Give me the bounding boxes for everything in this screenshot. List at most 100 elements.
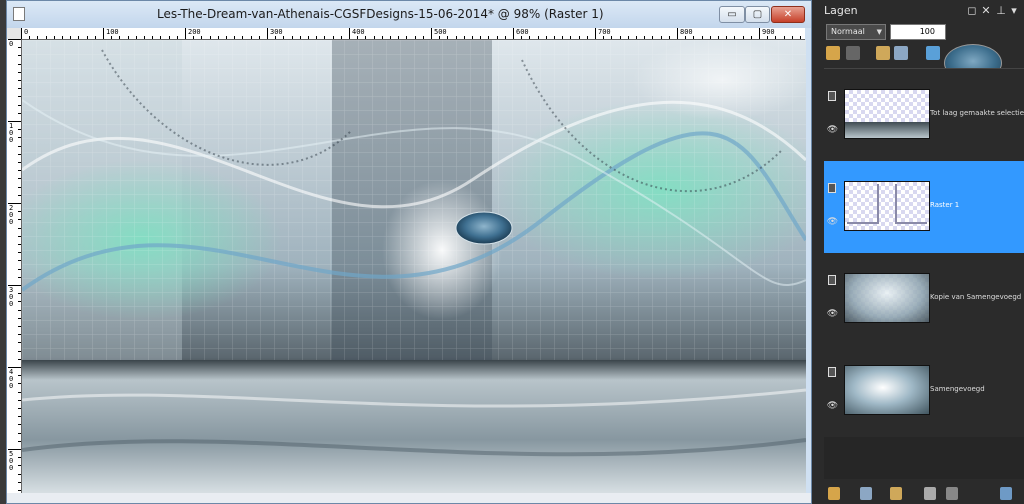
layer-menu-icon[interactable] <box>1000 487 1012 500</box>
ruler-v-label: 0 <box>9 40 14 48</box>
menu-icon[interactable]: ▾ <box>1008 4 1020 17</box>
close-button[interactable]: ✕ <box>771 6 805 23</box>
ruler-tick <box>18 170 21 172</box>
ruler-tick <box>18 317 21 319</box>
document-titlebar[interactable]: Les-The-Dream-van-Athenais-CGSFDesigns-1… <box>7 1 811 28</box>
eye-icon[interactable]: 👁 <box>826 216 839 228</box>
ruler-tick <box>18 47 21 49</box>
ruler-tick <box>18 129 21 131</box>
horizontal-scrollbar[interactable] <box>7 493 811 503</box>
close-icon[interactable]: ✕ <box>980 4 992 17</box>
eye-icon[interactable]: 👁 <box>826 308 839 320</box>
layer-type-icon <box>828 183 836 193</box>
vertical-ruler[interactable]: 0 100 200 300 400 500 <box>7 39 22 493</box>
close-icon: ✕ <box>783 9 793 20</box>
ruler-tick <box>636 36 637 39</box>
ruler-tick <box>267 28 268 39</box>
ruler-tick <box>209 36 211 39</box>
ruler-tick <box>291 36 293 39</box>
ruler-tick <box>554 36 555 39</box>
eye-icon[interactable]: 👁 <box>826 400 839 412</box>
ruler-tick <box>18 440 21 442</box>
ruler-tick <box>18 481 21 483</box>
layer-row[interactable]: 👁 Kopie van Samengevoegd <box>824 253 1024 345</box>
ruler-tick <box>94 36 96 39</box>
ruler-tick <box>8 39 21 40</box>
ruler-tick <box>603 36 605 39</box>
ruler-tick <box>127 36 129 39</box>
new-layer-icon[interactable] <box>894 46 908 60</box>
blend-mode-value: Normaal <box>831 27 865 36</box>
document-window: Les-The-Dream-van-Athenais-CGSFDesigns-1… <box>6 0 812 504</box>
ruler-tick <box>513 28 514 39</box>
ruler-tick <box>373 36 375 39</box>
ruler-tick <box>18 55 21 57</box>
ruler-tick <box>193 36 195 39</box>
ruler-tick <box>349 28 350 39</box>
ruler-tick <box>119 36 121 39</box>
ruler-h-label: 900 <box>762 28 775 36</box>
ruler-tick <box>586 36 588 39</box>
ruler-tick <box>18 194 21 196</box>
eye-icon[interactable]: 👁 <box>826 124 839 136</box>
ruler-tick <box>783 36 785 39</box>
ruler-tick <box>570 36 572 39</box>
ruler-tick <box>693 36 695 39</box>
layer-row-selected[interactable]: 👁 Raster 1 <box>824 161 1024 253</box>
ruler-tick <box>357 36 359 39</box>
image-canvas[interactable] <box>22 40 806 493</box>
ruler-tick <box>439 36 441 39</box>
blend-mode-select[interactable]: Normaal ▼ <box>826 24 886 40</box>
ruler-tick <box>135 36 137 39</box>
layers-panel-header[interactable]: Lagen ◻ ✕ ⊥ ▾ <box>812 0 1024 22</box>
ruler-tick <box>18 416 21 418</box>
ruler-tick <box>18 457 21 459</box>
ruler-tick <box>18 432 21 434</box>
ruler-tick <box>160 36 162 39</box>
maximize-button[interactable]: ▢ <box>745 6 770 23</box>
pin-icon[interactable]: ⊥ <box>995 4 1007 17</box>
ruler-tick <box>18 358 21 360</box>
layer-row[interactable]: 👁 Tot laag gemaakte selectie <box>824 69 1024 161</box>
ruler-tick <box>185 28 186 39</box>
brush-lock-icon[interactable] <box>826 46 840 60</box>
trash-icon[interactable] <box>946 487 958 500</box>
ruler-tick <box>668 36 670 39</box>
ruler-tick <box>275 36 277 39</box>
ruler-tick <box>18 399 21 401</box>
layers-list: 👁 Tot laag gemaakte selectie 👁 Raster 1 … <box>824 68 1024 479</box>
ruler-tick <box>734 36 736 39</box>
ruler-tick <box>45 36 47 39</box>
document-title: Les-The-Dream-van-Athenais-CGSFDesigns-1… <box>157 7 604 21</box>
ruler-tick <box>447 36 449 39</box>
link-icon[interactable] <box>926 46 940 60</box>
ruler-tick <box>18 408 21 409</box>
horizontal-ruler[interactable]: 0 100 200 300 400 500 600 700 800 900 <box>21 28 805 40</box>
new-mask-icon[interactable] <box>890 487 902 500</box>
ruler-tick <box>488 36 490 39</box>
new-adjustment-layer-icon[interactable] <box>860 487 872 500</box>
ruler-tick <box>18 252 21 254</box>
layer-properties-icon[interactable] <box>876 46 890 60</box>
ruler-tick <box>18 326 21 327</box>
layers-panel: Lagen ◻ ✕ ⊥ ▾ Normaal ▼ 100 👁 Tot laag g… <box>812 0 1024 504</box>
ruler-tick <box>78 36 80 39</box>
ruler-v-label: 300 <box>9 286 14 308</box>
ruler-tick <box>537 36 539 39</box>
ruler-tick <box>18 88 21 90</box>
new-raster-layer-icon[interactable] <box>828 487 840 500</box>
duplicate-layer-icon[interactable] <box>924 487 936 500</box>
opacity-field[interactable]: 100 <box>890 24 946 40</box>
ruler-tick <box>332 36 334 39</box>
layer-name: Tot laag gemaakte selectie <box>930 109 1024 117</box>
layer-name: Samengevoegd <box>930 385 985 393</box>
restore-icon[interactable]: ◻ <box>966 4 978 17</box>
ruler-tick <box>18 301 21 303</box>
minimize-button[interactable]: ▭ <box>719 6 745 23</box>
ruler-tick <box>18 375 21 377</box>
ruler-tick <box>677 28 678 39</box>
layer-row[interactable]: 👁 Samengevoegd <box>824 345 1024 437</box>
layer-type-icon <box>828 275 836 285</box>
mask-icon[interactable] <box>846 46 860 60</box>
ruler-tick <box>18 145 21 147</box>
